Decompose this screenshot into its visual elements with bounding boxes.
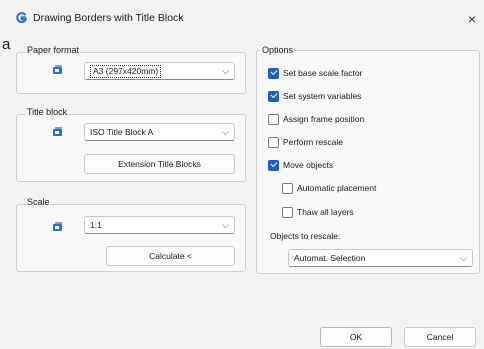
scale-value: 1:1 [90, 220, 102, 230]
chevron-down-icon: ⌵ [460, 253, 467, 263]
dialog-window: Drawing Borders with Title Block × a Pap… [0, 0, 484, 349]
checkbox[interactable] [282, 206, 293, 218]
objects-to-rescale-select[interactable]: Automat. Selection ⌵ [288, 249, 473, 267]
paper-format-value: A3 (297x420mm) [90, 65, 162, 78]
title-block-value: ISO Title Block A [90, 127, 154, 137]
title-block-select[interactable]: ISO Title Block A ⌵ [84, 123, 235, 141]
option-assign-frame-position[interactable]: Assign frame position [268, 112, 364, 126]
paper-format-icon [53, 65, 62, 74]
option-label: Thaw all layers [297, 207, 354, 217]
close-button[interactable]: × [460, 8, 484, 30]
title-bar: Drawing Borders with Title Block × [0, 0, 484, 34]
option-label: Perform rescale [283, 137, 343, 147]
window-title: Drawing Borders with Title Block [33, 12, 184, 24]
checkbox[interactable] [268, 67, 279, 79]
checkbox[interactable] [268, 113, 279, 125]
option-automatic-placement[interactable]: Automatic placement [282, 181, 376, 195]
objects-to-rescale-label: Objects to rescale: [270, 231, 341, 241]
option-set-system-variables[interactable]: Set system variables [268, 89, 361, 103]
cancel-button[interactable]: Cancel [404, 327, 476, 347]
option-label: Assign frame position [283, 114, 365, 124]
objects-to-rescale-value: Automat. Selection [294, 253, 366, 263]
calculate-button[interactable]: Calculate < [106, 246, 235, 266]
option-thaw-all-layers[interactable]: Thaw all layers [282, 205, 354, 219]
checkbox[interactable] [282, 182, 293, 194]
option-label: Set system variables [283, 91, 362, 101]
checkbox[interactable] [268, 136, 279, 148]
option-label: Set base scale factor [283, 68, 363, 78]
option-perform-rescale[interactable]: Perform rescale [268, 135, 343, 149]
checkbox[interactable] [268, 159, 279, 171]
chevron-down-icon: ⌵ [222, 66, 229, 76]
paper-format-label: Paper format [26, 45, 81, 55]
option-set-base-scale-factor[interactable]: Set base scale factor [268, 66, 362, 80]
chevron-down-icon: ⌵ [222, 127, 229, 137]
option-label: Move objects [283, 160, 334, 170]
option-label: Automatic placement [297, 183, 377, 193]
options-label: Options [261, 45, 295, 55]
checkbox[interactable] [268, 90, 279, 102]
title-block-icon [53, 127, 62, 136]
paper-format-select[interactable]: A3 (297x420mm) ⌵ [84, 62, 235, 80]
title-block-label: Title block [26, 107, 69, 117]
extension-title-blocks-button[interactable]: Extension Title Blocks [84, 154, 235, 174]
option-move-objects[interactable]: Move objects [268, 158, 333, 172]
stray-text: a [2, 36, 11, 53]
ok-button[interactable]: OK [320, 327, 392, 347]
app-logo-icon [16, 12, 27, 23]
scale-select[interactable]: 1:1 ⌵ [84, 216, 235, 234]
scale-icon [53, 222, 62, 231]
scale-label: Scale [26, 197, 51, 207]
chevron-down-icon: ⌵ [222, 220, 229, 230]
